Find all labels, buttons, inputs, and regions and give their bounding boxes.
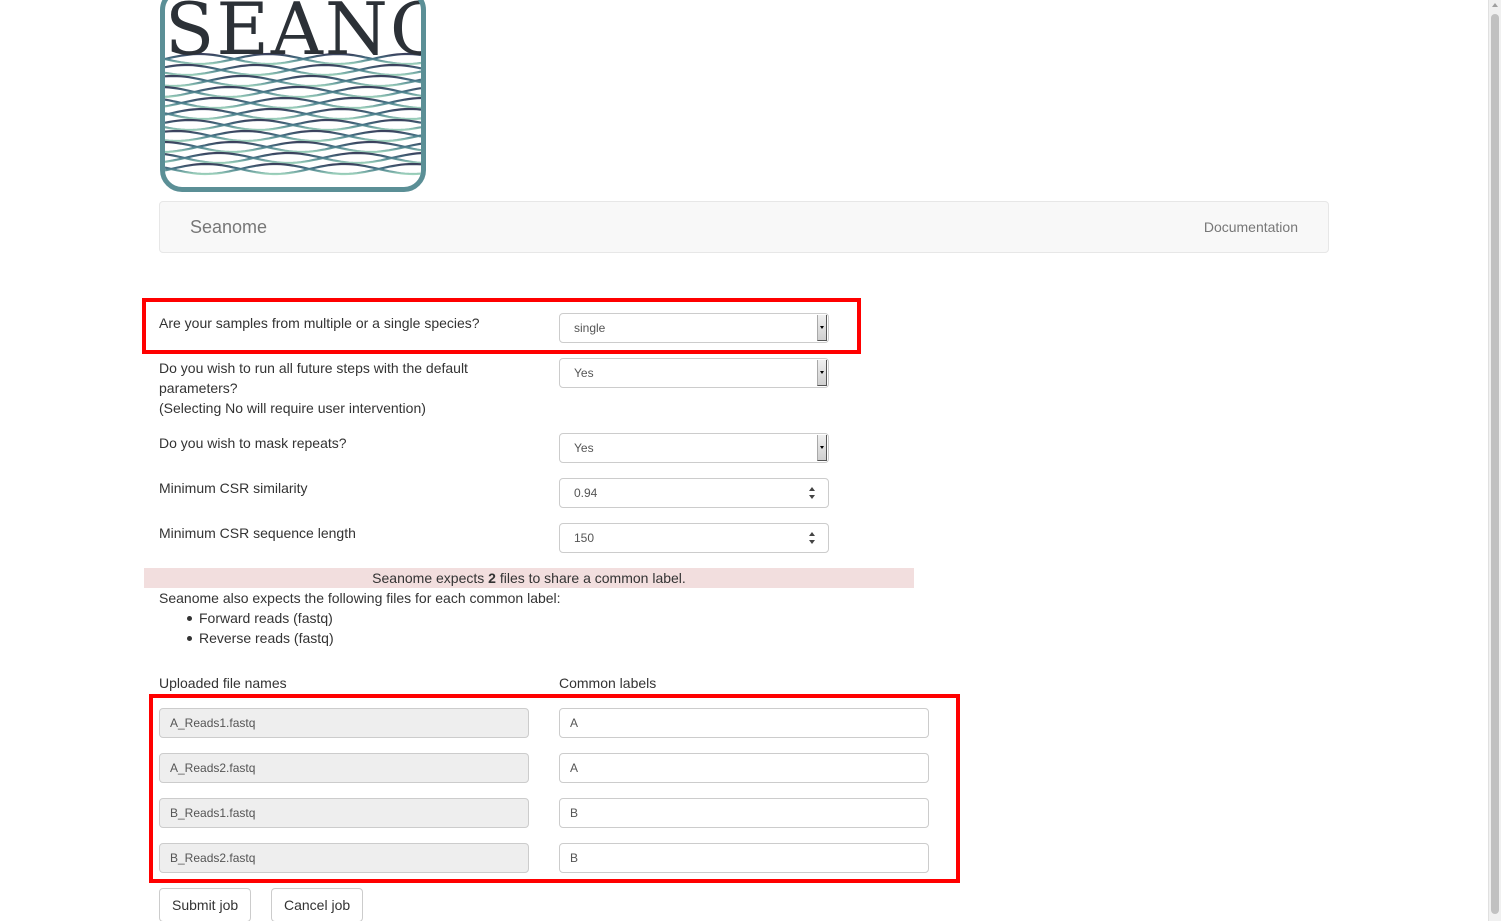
mask-select[interactable]: Yes (559, 433, 829, 463)
defaults-label-line1: Do you wish to run all future steps with… (159, 360, 468, 376)
common-label-field[interactable]: B (559, 843, 929, 873)
mask-select-value: Yes (574, 441, 594, 455)
seanome-logo: SEANOME (160, 0, 426, 192)
navbar-brand[interactable]: Seanome (190, 217, 267, 238)
length-label: Minimum CSR sequence length (159, 525, 356, 541)
uploaded-file-field: B_Reads2.fastq (159, 843, 529, 873)
common-label-field[interactable]: A (559, 753, 929, 783)
alert-suffix: files to share a common label. (495, 570, 686, 586)
list-item: Reverse reads (fastq) (185, 628, 334, 648)
similarity-value: 0.94 (574, 486, 598, 500)
cancel-job-button[interactable]: Cancel job (271, 888, 364, 921)
species-select-value: single (574, 321, 606, 335)
expected-files-list: Forward reads (fastq) Reverse reads (fas… (185, 608, 334, 648)
list-item-text: Reverse reads (fastq) (199, 630, 334, 646)
alert-prefix: Seanome expects (372, 570, 489, 586)
file-count-alert: Seanome expects 2 files to share a commo… (144, 568, 914, 588)
defaults-label-line3: (Selecting No will require user interven… (159, 400, 426, 416)
species-select[interactable]: single (559, 313, 829, 343)
bullet-icon (187, 636, 192, 641)
scroll-up-icon[interactable] (1492, 3, 1498, 7)
list-item: Forward reads (fastq) (185, 608, 334, 628)
defaults-label-line2: parameters? (159, 380, 238, 396)
common-label-field[interactable]: B (559, 798, 929, 828)
length-input[interactable]: 150 (559, 523, 829, 553)
uploaded-files-header: Uploaded file names (159, 675, 287, 691)
common-labels-header: Common labels (559, 675, 657, 691)
defaults-select[interactable]: Yes (559, 358, 829, 388)
scrollbar-thumb[interactable] (1491, 14, 1499, 914)
similarity-label: Minimum CSR similarity (159, 480, 308, 496)
navbar: Seanome Documentation (159, 201, 1329, 253)
common-label-field[interactable]: A (559, 708, 929, 738)
spinner-icon[interactable] (808, 530, 816, 546)
uploaded-file-field: A_Reads2.fastq (159, 753, 529, 783)
spinner-icon[interactable] (808, 485, 816, 501)
vertical-scrollbar[interactable] (1488, 0, 1501, 921)
uploaded-file-field: A_Reads1.fastq (159, 708, 529, 738)
defaults-label: Do you wish to run all future steps with… (159, 358, 468, 418)
bullet-icon (187, 616, 192, 621)
logo-text: SEANOME (165, 0, 421, 71)
species-label: Are your samples from multiple or a sing… (159, 315, 480, 331)
alert-count: 2 (488, 570, 496, 586)
documentation-link[interactable]: Documentation (1204, 219, 1298, 235)
chevron-down-icon (817, 315, 827, 341)
mask-label: Do you wish to mask repeats? (159, 435, 347, 451)
length-value: 150 (574, 531, 595, 545)
defaults-select-value: Yes (574, 366, 594, 380)
chevron-down-icon (817, 435, 827, 461)
uploaded-file-field: B_Reads1.fastq (159, 798, 529, 828)
similarity-input[interactable]: 0.94 (559, 478, 829, 508)
list-item-text: Forward reads (fastq) (199, 610, 333, 626)
page: SEANOME Seanome Documentation Are your s… (0, 0, 1501, 921)
chevron-down-icon (817, 360, 827, 386)
expects-text: Seanome also expects the following files… (159, 590, 561, 606)
submit-job-button[interactable]: Submit job (159, 888, 252, 921)
